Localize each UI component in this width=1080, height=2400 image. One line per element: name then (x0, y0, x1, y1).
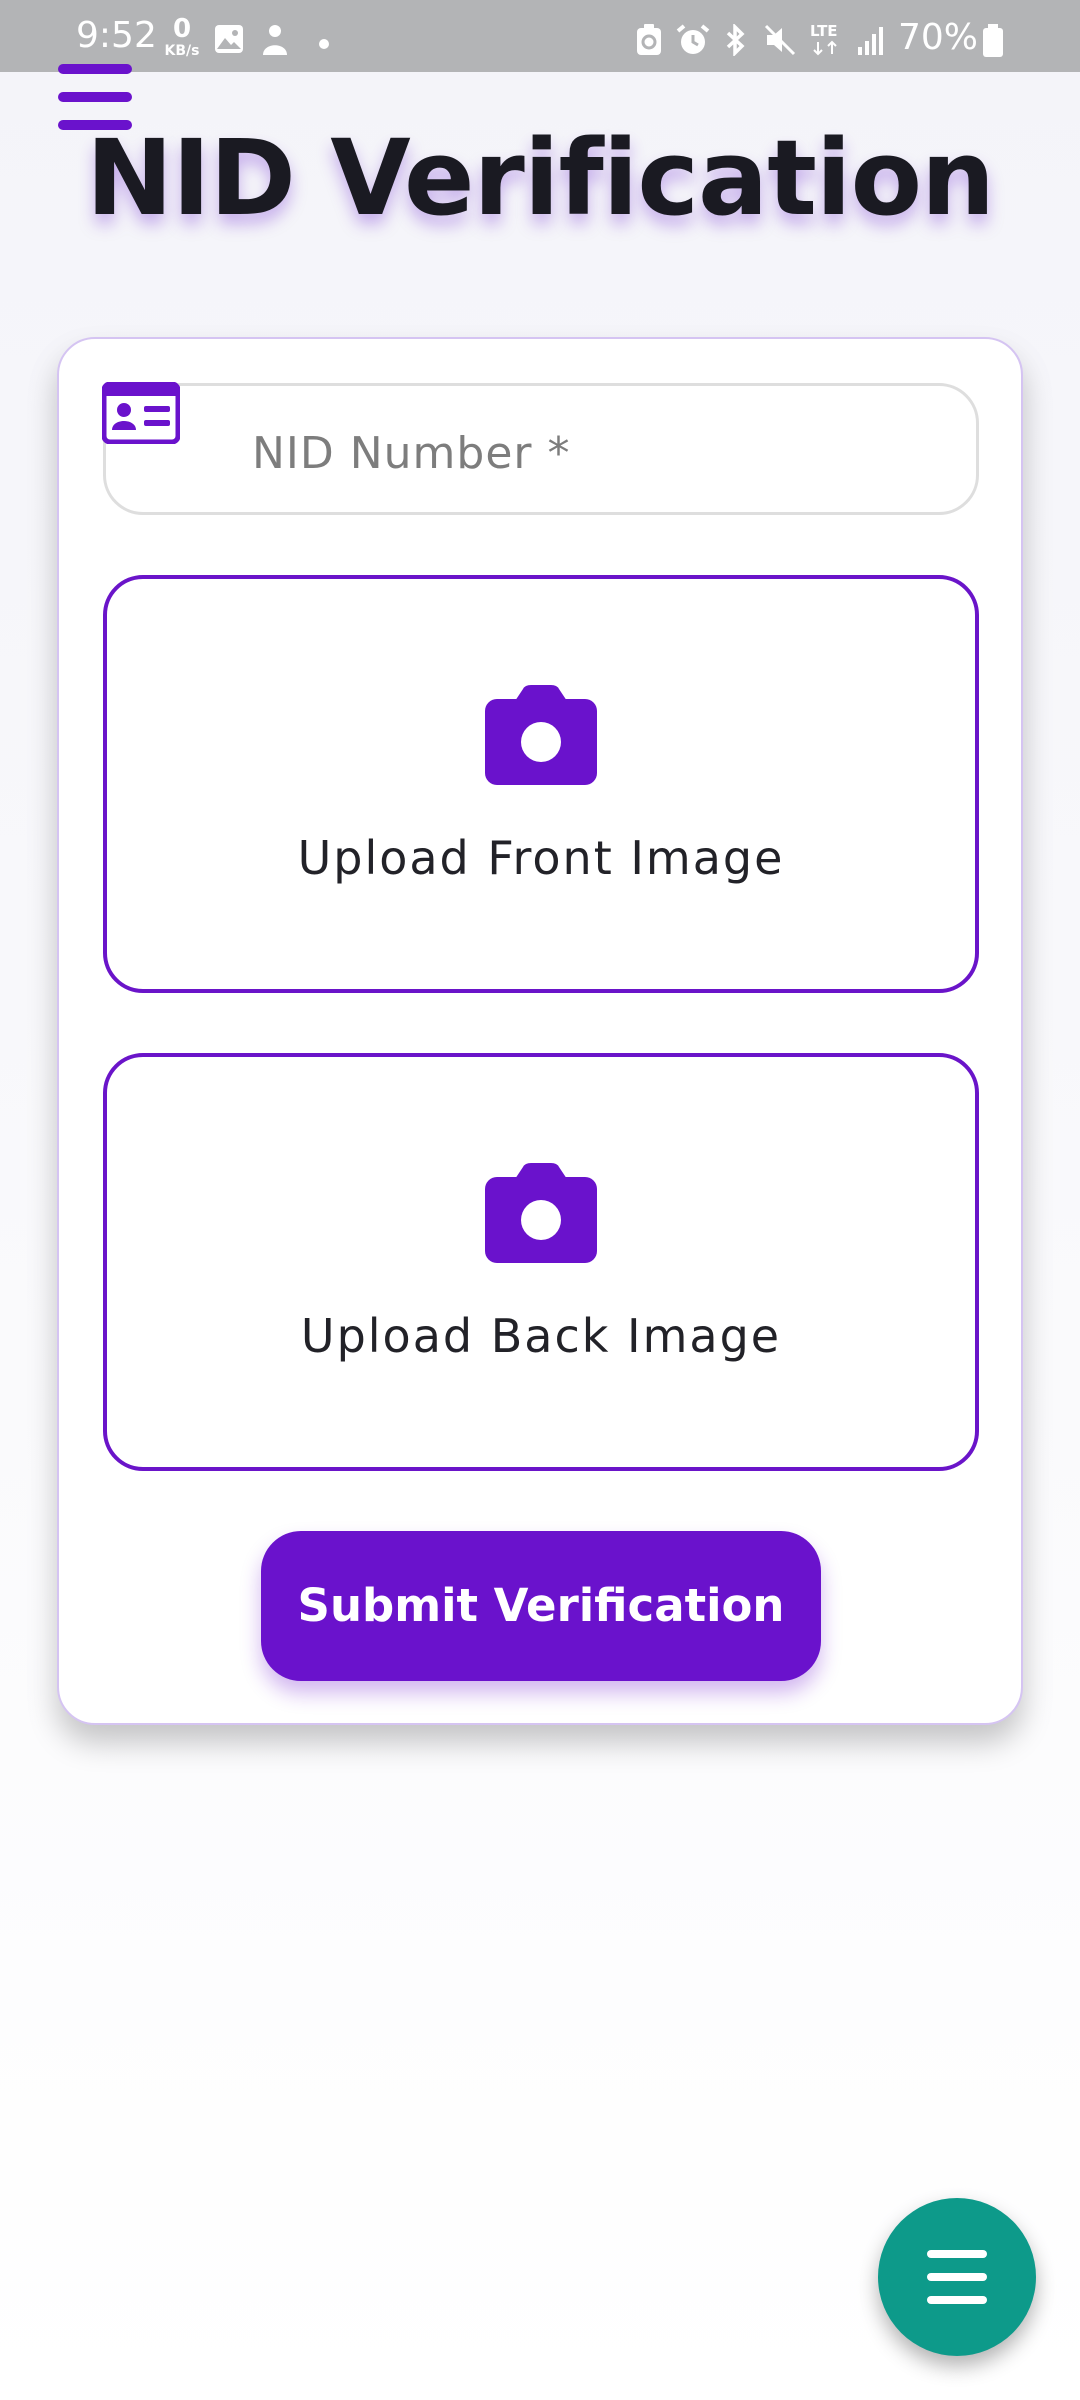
id-card-icon (102, 382, 180, 444)
menu-icon (927, 2250, 987, 2304)
camera-icon (485, 685, 597, 785)
person-notification-icon (263, 25, 287, 55)
status-bar: 9:52 0 KB/s LTE 70% (0, 0, 1080, 72)
upload-back-image-button[interactable]: Upload Back Image (103, 1053, 979, 1471)
battery-saver-icon (637, 24, 661, 55)
verification-card: NID Number * Upload Front Image Upload B… (57, 337, 1023, 1725)
floating-menu-button[interactable] (878, 2198, 1036, 2356)
nid-number-field[interactable]: NID Number * (102, 382, 979, 515)
mute-icon (764, 24, 796, 56)
page-title: NID Verification (85, 117, 995, 239)
data-speed-indicator: 0 KB/s (160, 16, 204, 58)
bluetooth-icon (726, 24, 745, 56)
battery-percentage: 70% (898, 17, 979, 58)
battery-icon (983, 24, 1003, 57)
more-notifications-dot-icon (319, 39, 329, 49)
submit-verification-button[interactable]: Submit Verification (261, 1531, 821, 1681)
upload-front-image-label: Upload Front Image (297, 831, 785, 885)
data-speed-value: 0 (172, 14, 192, 44)
upload-front-image-button[interactable]: Upload Front Image (103, 575, 979, 993)
network-type: LTE (810, 22, 838, 40)
status-time: 9:52 (76, 15, 157, 56)
alarm-icon (676, 24, 710, 54)
lte-signal-icon: LTE (810, 22, 883, 56)
data-speed-unit: KB/s (164, 43, 200, 59)
upload-back-image-label: Upload Back Image (300, 1309, 782, 1363)
gallery-notification-icon (215, 25, 243, 53)
nid-number-placeholder: NID Number * (252, 428, 571, 479)
camera-icon (485, 1163, 597, 1263)
